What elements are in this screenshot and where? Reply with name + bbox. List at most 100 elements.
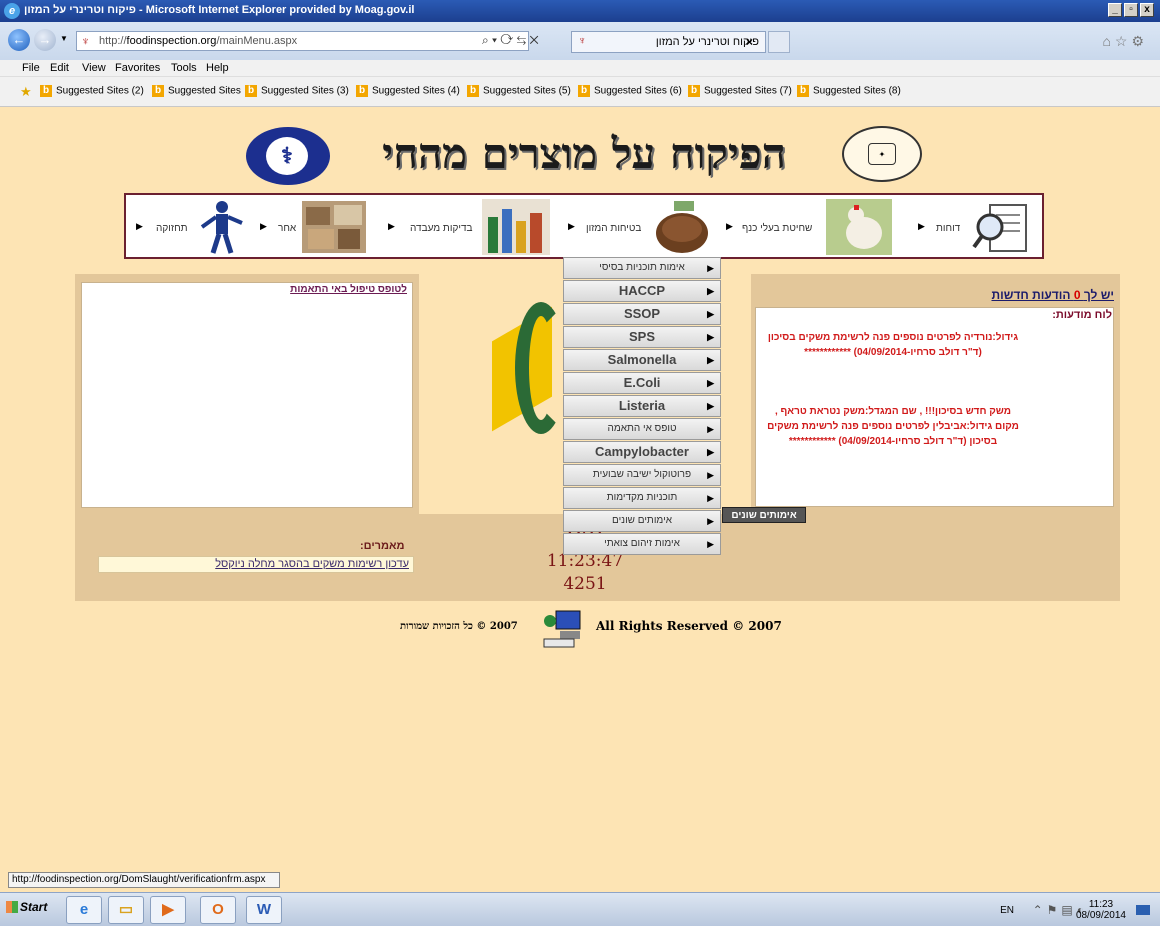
nav-arrow-icon: ▶ [260,221,267,231]
dropdown-item[interactable]: טופס אי התאמה ▶ [563,418,721,440]
nav-label: בדיקות מעבדה [410,223,473,234]
address-bar[interactable]: ♆ http://foodinspection.org/mainMenu.asp… [76,31,529,51]
folder-icon[interactable]: ▭ [108,896,144,924]
submenu-arrow-icon: ▶ [707,263,714,273]
dropdown-item[interactable]: SSOP ▶ [563,303,721,325]
word-icon[interactable]: W [246,896,282,924]
bing-icon: b [245,85,257,97]
dropdown-item[interactable]: HACCP ▶ [563,280,721,302]
minimize-button[interactable]: _ [1108,3,1122,17]
magnifier-report-icon [972,204,1027,252]
taskbar: Start e ▭ ▶ O W EN ⌃⚑▤◐ 11:23 08/09/2014 [0,892,1160,926]
dropdown-item[interactable]: פרוטוקול ישיבה שבועית ▶ [563,464,721,486]
home-favorites-settings-icons[interactable]: ⌂☆⚙ [1102,33,1148,50]
nav-label: תחזוקה [156,223,188,234]
tab-title: פיקוח וטרינרי על המזון [655,36,759,48]
page-title: הפיקוח על מוצרים מהחי [382,129,786,178]
submenu-arrow-icon: ▶ [707,539,714,549]
nav-item-food-safety[interactable]: ▶ בטיחות המזון [564,197,714,257]
favorite-item[interactable]: b Suggested Sites (4) [356,85,460,97]
dropdown-item[interactable]: Campylobacter ▶ [563,441,721,463]
new-tab-button[interactable] [768,31,790,53]
back-button[interactable]: ← [8,29,30,51]
submenu-arrow-icon: ▶ [707,332,714,342]
favorite-item[interactable]: b Suggested Sites (8) [797,85,901,97]
menu-file[interactable]: File [22,62,40,74]
worker-icon [200,201,243,254]
dropdown-item[interactable]: Listeria ▶ [563,395,721,417]
windows-flag-icon [6,901,18,913]
bing-icon: b [688,85,700,97]
nonconformity-form-link[interactable]: לטופס טיפול באי התאמות [290,284,407,295]
tray-clock[interactable]: 11:23 08/09/2014 [1076,899,1126,921]
language-indicator[interactable]: EN [1000,905,1014,916]
show-desktop-icon[interactable] [1136,905,1150,915]
forward-button[interactable]: → [34,29,56,51]
bing-icon: b [40,85,52,97]
menu-view[interactable]: View [82,62,106,74]
status-bar-url: http://foodinspection.org/DomSlaught/ver… [8,872,280,888]
system-tray: EN ⌃⚑▤◐ 11:23 08/09/2014 [934,897,1154,923]
maximize-button[interactable]: ▫ [1124,3,1138,17]
dropdown-item[interactable]: SPS ▶ [563,326,721,348]
bing-icon: b [578,85,590,97]
center-logo-green-shape [515,302,567,434]
media-icon[interactable]: ▶ [150,896,186,924]
address-path: /mainMenu.aspx [216,35,298,47]
dropdown-item[interactable]: אימות תוכניות בסיסי ▶ [563,257,721,279]
bulletin-board-title: לוח מודעות: [1052,309,1112,321]
articles-title: מאמרים: [360,540,405,552]
visitor-counter: 4251 [563,574,607,594]
favorite-item[interactable]: b Suggested Sites (5) [467,85,571,97]
outlook-icon[interactable]: O [200,896,236,924]
dropdown-item[interactable]: תוכניות מקדימות ▶ [563,487,721,509]
submenu-arrow-icon: ▶ [707,516,714,526]
close-window-button[interactable]: x [1140,3,1154,17]
nav-item-reports[interactable]: ▶ דוחות [906,197,1040,257]
nav-label: שחיטת בעלי כנף [742,223,813,234]
nav-item-poultry-slaughter[interactable]: ▶ שחיטת בעלי כנף [722,197,892,257]
main-nav: ▶ תחזוקה ▶ אחר ▶ בדיקות מעבדה ▶ בטיחות ה… [124,193,1044,259]
favorite-item[interactable]: b Suggested Sites (2) [40,85,144,97]
ie-icon[interactable]: e [66,896,102,924]
menu-bar: File Edit View Favorites Tools Help [0,60,1160,77]
favorite-item[interactable]: b Suggested Sites (3) [245,85,349,97]
dropdown-item[interactable]: אימותים שונים ▶ [563,510,721,532]
address-tools[interactable]: ⌕ ▾ ⟳ ⇆ ✕ [482,33,539,48]
favorites-bar: ★ b Suggested Sites (2) b Suggested Sites … [0,77,1160,107]
footer-hebrew-copyright: 2007 © כל הזכויות שמורות [400,621,518,632]
submenu-item-various-verifications[interactable]: אימותים שונים [722,507,806,523]
page-content: ⚕ הפיקוח על מוצרים מהחי ✦ ▶ תחזוקה ▶ אחר [0,108,1160,892]
nav-item-other[interactable]: ▶ אחר [256,197,376,257]
dropdown-item[interactable]: Salmonella ▶ [563,349,721,371]
dropdown-item[interactable]: E.Coli ▶ [563,372,721,394]
address-prefix: http:// [99,35,127,47]
new-messages-link[interactable]: יש לך 0 הודעות חדשות [991,288,1114,302]
tab-current[interactable]: ♆ פיקוח וטרינרי על המזון × [571,31,766,53]
menu-tools[interactable]: Tools [171,62,197,74]
submenu-arrow-icon: ▶ [707,286,714,296]
nav-item-lab-tests[interactable]: ▶ בדיקות מעבדה [384,197,554,257]
menu-favorites[interactable]: Favorites [115,62,160,74]
favorite-item[interactable]: b Suggested Sites (7) [688,85,792,97]
favorite-item[interactable]: b Suggested Sites [152,85,241,97]
bing-icon: b [356,85,368,97]
favorites-star-icon[interactable]: ★ [20,84,32,100]
menu-edit[interactable]: Edit [50,62,69,74]
dropdown-item[interactable]: אימות זיהום צואתי ▶ [563,533,721,555]
bing-icon: b [152,85,164,97]
caduceus-icon: ⚕ [266,137,308,175]
bing-icon: b [467,85,479,97]
favorite-item[interactable]: b Suggested Sites (6) [578,85,682,97]
menu-help[interactable]: Help [206,62,229,74]
history-dropdown-icon[interactable]: ▼ [60,34,68,43]
start-button[interactable]: Start [6,900,47,914]
bread-icon [656,201,708,253]
messages-count: 0 [1073,288,1081,302]
bulletin-message: משק חדש בסיכון!!! , שם המגדל:משק נטראת ט… [767,406,1019,447]
nav-label: בטיחות המזון [586,223,642,234]
nav-arrow-icon: ▶ [918,221,925,231]
address-toolbar: ← → ▼ ♆ http://foodinspection.org/mainMe… [0,22,1160,60]
article-link[interactable]: עדכון רשימות משקים בהסגר מחלה ניוקסל [98,556,414,573]
tab-close-icon[interactable]: × [746,35,753,49]
